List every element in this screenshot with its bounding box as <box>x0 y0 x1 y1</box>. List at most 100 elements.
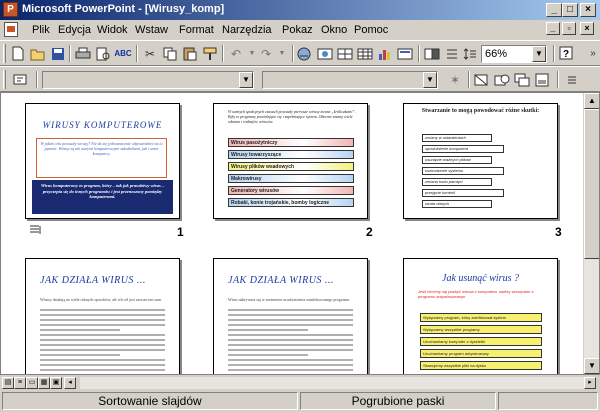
text-line <box>228 324 353 326</box>
slide-intro: Jeśli chcemy się pozbyć wirusa z kompute… <box>418 289 534 299</box>
paste-icon[interactable] <box>181 45 199 62</box>
slide-thumbnail-4[interactable]: JAK DZIAŁA WIRUS ... Wirusy działają na … <box>25 258 180 374</box>
text-line <box>228 359 353 361</box>
toolbar-grip[interactable] <box>3 44 6 63</box>
new-icon[interactable] <box>9 45 27 62</box>
normal-view-icon[interactable]: ▤ <box>2 377 14 389</box>
cut-icon[interactable]: ✂ <box>141 45 159 62</box>
doc-minimize-button[interactable]: _ <box>546 22 560 35</box>
menu-pomoc[interactable]: Pomoc <box>354 24 388 36</box>
menu-wstaw[interactable]: Wstaw <box>135 24 168 36</box>
removal-step: Wyłączamy program, który zainfekował sys… <box>420 313 542 322</box>
save-icon[interactable] <box>49 45 67 62</box>
insert-chart-icon[interactable] <box>376 45 394 62</box>
show-formatting-icon[interactable] <box>461 45 479 62</box>
hscroll-right-icon[interactable]: ▸ <box>584 377 596 389</box>
text-line <box>40 309 165 311</box>
effect-item: zmiana kodu pamięci <box>422 178 492 186</box>
expand-all-icon[interactable] <box>443 45 461 62</box>
vertical-scrollbar[interactable]: ▲ ▼ <box>583 93 599 374</box>
slide-thumbnail-3[interactable]: Stwarzanie to mogą powodować różne skutk… <box>403 103 558 219</box>
menu-widok[interactable]: Widok <box>97 24 128 36</box>
slide-transition-icon[interactable] <box>12 71 30 88</box>
text-line <box>40 349 165 351</box>
transition-dropdown-icon[interactable]: ▼ <box>239 72 253 88</box>
copy-icon[interactable] <box>161 45 179 62</box>
text-line <box>40 334 165 336</box>
text-line <box>40 369 165 371</box>
close-button[interactable]: × <box>580 3 596 17</box>
zoom-dropdown-icon[interactable]: ▼ <box>532 46 546 62</box>
toolbar-overflow-icon[interactable]: » <box>584 45 600 62</box>
format-painter-icon[interactable] <box>201 45 219 62</box>
slide-sorter-area: WIRUSY KOMPUTEROWE W jakim celu powstały… <box>0 92 600 375</box>
slide-thumbnail-1[interactable]: WIRUSY KOMPUTEROWE W jakim celu powstały… <box>25 103 180 219</box>
text-line <box>40 339 165 341</box>
slide-sorter-view-icon[interactable]: ▦ <box>38 377 50 389</box>
slide-view-icon[interactable]: ▭ <box>26 377 38 389</box>
scroll-down-icon[interactable]: ▼ <box>584 358 599 374</box>
menu-edycja[interactable]: Edycja <box>58 24 91 36</box>
slide-paragraph: Wirusy działają na wiele różnych sposobó… <box>40 297 162 302</box>
doc-close-button[interactable]: × <box>580 22 594 35</box>
office-assistant-icon[interactable]: ? <box>557 45 575 62</box>
powerpoint-app-icon[interactable]: P <box>3 2 18 17</box>
slide-show-icon[interactable]: ▣ <box>50 377 62 389</box>
slide-thumbnail-5[interactable]: JAK DZIAŁA WIRUS ... Wirus uaktywnia się… <box>213 258 368 374</box>
print-icon[interactable] <box>74 45 92 62</box>
text-line <box>40 324 165 326</box>
summary-slide-icon[interactable] <box>513 71 531 88</box>
transition-effect-combo[interactable]: ▼ <box>42 71 254 89</box>
rehearse-timings-icon[interactable] <box>493 71 511 88</box>
document-icon[interactable] <box>4 22 18 37</box>
hscroll-left-icon[interactable]: ◂ <box>64 377 76 389</box>
menu-pokaz[interactable]: Pokaz <box>282 24 313 36</box>
zoom-combo[interactable]: 66% ▼ <box>481 45 547 63</box>
text-line <box>40 344 165 346</box>
print-preview-icon[interactable] <box>94 45 112 62</box>
slide-title: Jak usunąć wirus ? <box>442 273 519 284</box>
virus-type-bar: Wirus pasożytniczy <box>228 138 354 147</box>
insert-table-icon[interactable] <box>356 45 374 62</box>
text-line <box>228 339 353 341</box>
virus-type-bar: Robaki, konie trojańskie, bomby logiczne <box>228 198 354 207</box>
text-line <box>40 354 120 356</box>
virus-type-bar: Wirusy towarzyszące <box>228 150 354 159</box>
status-design-name: Pogrubione paski <box>300 392 496 410</box>
title-bar: P Microsoft PowerPoint - [Wirusy_komp] _… <box>0 0 600 20</box>
doc-restore-button[interactable]: ▫ <box>562 22 576 35</box>
outline-view-icon[interactable]: ≡ <box>14 377 26 389</box>
scroll-up-icon[interactable]: ▲ <box>584 93 599 109</box>
open-icon[interactable] <box>29 45 47 62</box>
scroll-thumb[interactable] <box>584 109 599 259</box>
hyperlink-icon[interactable] <box>296 45 314 62</box>
status-area: ▤ ≡ ▭ ▦ ▣ ◂ ▸ Sortowanie slajdów Pogrubi… <box>0 375 600 412</box>
web-toolbar-icon[interactable] <box>316 45 334 62</box>
animation-dropdown-icon[interactable]: ▼ <box>423 72 437 88</box>
menu-okno[interactable]: Okno <box>321 24 347 36</box>
slide-thumbnail-2[interactable]: W tamtych spokojnych czasach powstały pi… <box>213 103 368 219</box>
maximize-button[interactable]: □ <box>562 3 578 17</box>
animation-preview-icon[interactable]: ✶ <box>446 71 464 88</box>
slide-transition-marker-icon[interactable] <box>29 225 43 237</box>
spelling-icon[interactable]: ABC <box>114 45 132 62</box>
minimize-button[interactable]: _ <box>546 3 562 17</box>
slide-number: 1 <box>177 225 184 239</box>
speaker-notes-icon[interactable] <box>533 71 551 88</box>
grayscale-icon[interactable] <box>423 45 441 62</box>
new-slide-icon[interactable] <box>396 45 414 62</box>
slide-thumbnail-6[interactable]: Jak usunąć wirus ? Jeśli chcemy się pozb… <box>403 258 558 374</box>
text-line <box>228 369 353 371</box>
toolbar-grip[interactable] <box>3 70 6 89</box>
hide-slide-icon[interactable] <box>473 71 491 88</box>
menu-bar: Plik Edycja Widok Wstaw Format Narzędzia… <box>0 20 600 40</box>
redo-dropdown-icon[interactable]: ▼ <box>273 45 291 62</box>
menu-format[interactable]: Format <box>179 24 214 36</box>
menu-narzedzia[interactable]: Narzędzia <box>222 24 272 36</box>
horizontal-scrollbar[interactable] <box>80 377 584 389</box>
tables-borders-icon[interactable] <box>336 45 354 62</box>
preset-animation-combo[interactable]: ▼ <box>262 71 438 89</box>
slide-number: 3 <box>555 225 562 239</box>
menu-plik[interactable]: Plik <box>32 24 50 36</box>
toolbar-options-icon[interactable] <box>563 71 581 88</box>
